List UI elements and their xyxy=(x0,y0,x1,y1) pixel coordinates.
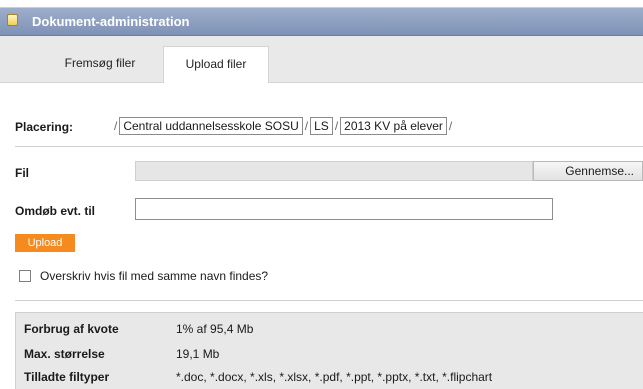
window-titlebar: Dokument-administration xyxy=(0,7,643,36)
file-path-field[interactable] xyxy=(135,161,533,181)
quota-info-box: Forbrug af kvote 1% af 95,4 Mb Max. stør… xyxy=(15,312,643,389)
upload-button[interactable]: Upload xyxy=(15,234,75,252)
rename-label: Omdøb evt. til xyxy=(15,204,96,218)
info-key: Forbrug af kvote xyxy=(24,322,119,336)
tab-search-files[interactable]: Fremsøg filer xyxy=(42,46,158,83)
breadcrumb-central-school[interactable]: Central uddannelsesskole SOSU xyxy=(119,117,303,135)
breadcrumb-separator: / xyxy=(114,119,118,133)
overwrite-checkbox[interactable] xyxy=(19,270,31,282)
overwrite-label: Overskriv hvis fil med samme navn findes… xyxy=(40,269,269,283)
breadcrumb-separator: / xyxy=(304,119,309,133)
placement-breadcrumb: / Central uddannelsesskole SOSU / LS / 2… xyxy=(112,117,454,135)
rename-input[interactable] xyxy=(135,198,553,220)
file-label: Fil xyxy=(15,166,29,180)
document-icon xyxy=(7,14,18,26)
info-key: Tilladte filtyper xyxy=(24,370,110,384)
window-title: Dokument-administration xyxy=(32,14,190,29)
info-value: *.doc, *.docx, *.xls, *.xlsx, *.pdf, *.p… xyxy=(176,370,493,384)
info-key: Max. størrelse xyxy=(24,347,105,361)
divider xyxy=(15,146,643,147)
divider xyxy=(15,300,643,301)
tab-bar: Fremsøg filer Upload filer xyxy=(0,36,643,83)
info-value: 19,1 Mb xyxy=(176,347,220,361)
breadcrumb-ls[interactable]: LS xyxy=(310,117,333,135)
tab-upload-files[interactable]: Upload filer xyxy=(163,46,269,83)
breadcrumb-2013-kv[interactable]: 2013 KV på elever xyxy=(340,117,447,135)
browse-button[interactable]: Gennemse... xyxy=(533,161,643,181)
breadcrumb-separator: / xyxy=(334,119,339,133)
placement-label: Placering: xyxy=(15,120,74,134)
breadcrumb-separator: / xyxy=(448,119,453,133)
info-value: 1% af 95,4 Mb xyxy=(176,322,254,336)
